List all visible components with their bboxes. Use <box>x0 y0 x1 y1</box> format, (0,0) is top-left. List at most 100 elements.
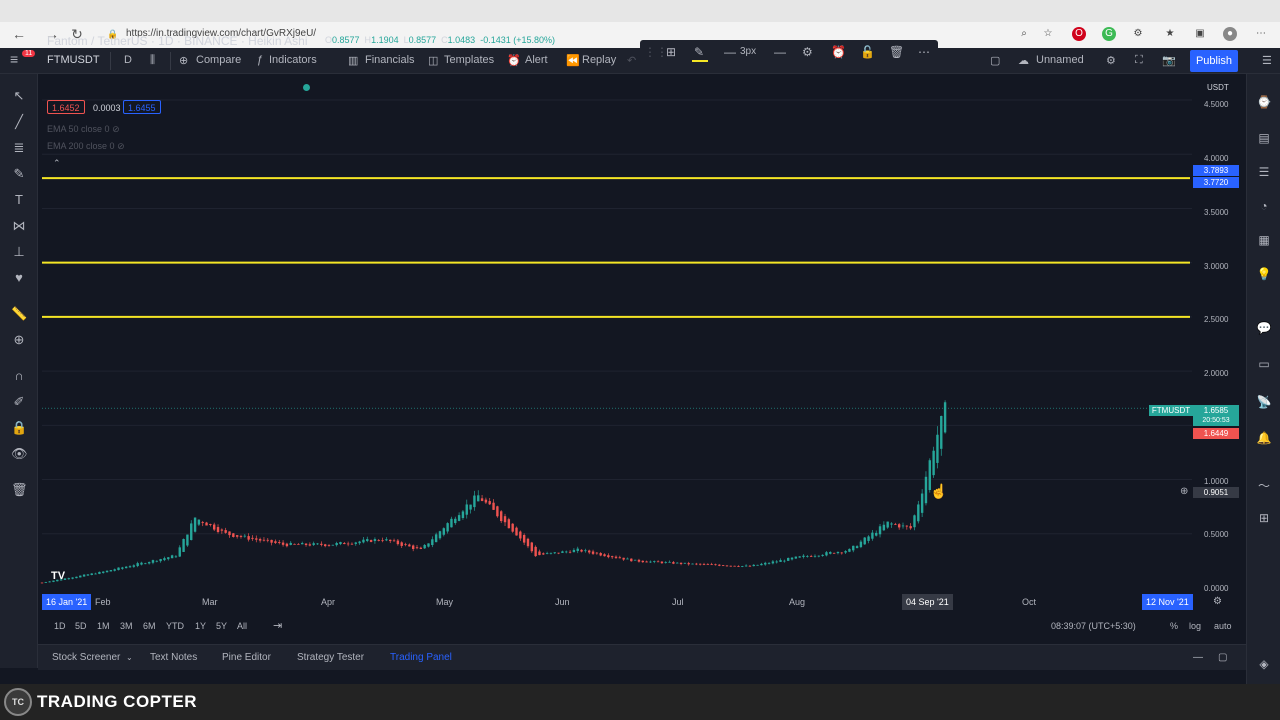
range-ytd[interactable]: YTD <box>166 621 184 631</box>
candle-body <box>729 565 732 567</box>
candle-body <box>576 548 579 552</box>
templates-icon[interactable]: ⊞ <box>666 45 676 59</box>
candle-body <box>871 532 874 539</box>
clock-time[interactable]: 08:39:07 (UTC+5:30) <box>1051 621 1136 631</box>
eye-off-icon[interactable]: ⊘ <box>112 124 120 134</box>
range-1d[interactable]: 1D <box>54 621 66 631</box>
price-chart[interactable] <box>0 0 1280 720</box>
candle-body <box>733 565 736 567</box>
tab-pine-editor[interactable]: Pine Editor <box>222 652 271 663</box>
candle-body <box>312 543 315 545</box>
eye-off-icon[interactable]: ⊘ <box>117 141 125 151</box>
candle-body <box>779 560 782 562</box>
time-tick: May <box>436 597 454 607</box>
candle-body <box>82 574 86 577</box>
bar-countdown: 20:50:53 <box>1193 416 1239 426</box>
candle-body <box>389 539 392 542</box>
candle-body <box>136 563 139 567</box>
currency-label[interactable]: USDT <box>1207 83 1229 92</box>
candle-body <box>251 537 254 539</box>
candle-body <box>381 540 384 542</box>
ema200-legend[interactable]: EMA 200 close 0 ⊘ <box>47 141 125 152</box>
candle-body <box>710 564 713 566</box>
candle-body <box>408 544 411 547</box>
candle-body <box>446 523 449 532</box>
candle-body <box>94 573 97 575</box>
candle-body <box>117 567 120 571</box>
candle-body <box>339 542 342 545</box>
candle-body <box>415 547 419 549</box>
symbol-legend-title[interactable]: Fantom / TetherUS · 1D · BINANCE · Heiki… <box>47 34 308 48</box>
collapse-legend-icon[interactable]: ⌃ <box>53 158 61 169</box>
line-width-value[interactable]: 3px <box>740 46 756 57</box>
candle-body <box>867 536 870 541</box>
range-5d[interactable]: 5D <box>75 621 87 631</box>
candle-body <box>427 543 430 547</box>
sell-price-button[interactable]: 1.6452 <box>47 100 85 114</box>
candle-body <box>744 565 748 567</box>
candle-body <box>515 527 518 536</box>
candle-body <box>213 524 216 530</box>
candle-body <box>821 554 824 556</box>
tab-stock-screener[interactable]: Stock Screener <box>52 652 120 663</box>
candle-body <box>201 522 204 524</box>
range-all[interactable]: All <box>237 621 247 631</box>
auto-toggle[interactable]: auto <box>1214 621 1232 631</box>
range-5y[interactable]: 5Y <box>216 621 227 631</box>
candle-body <box>90 573 93 575</box>
candle-body <box>836 551 840 554</box>
price-tick: 3.0000 <box>1204 262 1229 271</box>
line-color-icon[interactable]: ✎ <box>692 45 708 62</box>
settings-icon[interactable]: ⚙ <box>802 45 813 59</box>
candle-body <box>396 540 400 545</box>
tab-trading-panel[interactable]: Trading Panel <box>390 652 452 663</box>
candle-body <box>239 535 243 537</box>
candle-body <box>155 560 158 562</box>
end-date-tag: 12 Nov '21 <box>1142 594 1193 610</box>
candle-body <box>610 556 614 558</box>
log-toggle[interactable]: log <box>1189 621 1201 631</box>
chevron-down-icon[interactable]: ⌄ <box>126 653 133 662</box>
maximize-panel-icon[interactable]: ▢ <box>1218 652 1227 663</box>
candle-body <box>193 517 197 532</box>
more-icon[interactable]: ⋯ <box>918 45 930 59</box>
lock-icon[interactable]: 🔓 <box>860 45 875 59</box>
range-3m[interactable]: 3M <box>120 621 133 631</box>
buy-price-button[interactable]: 1.6455 <box>123 100 161 114</box>
candle-body <box>442 528 445 535</box>
last-price-tag: 1.6585 <box>1193 405 1239 416</box>
candle-body <box>105 570 109 573</box>
candle-body <box>913 515 916 528</box>
line-price-tag[interactable]: 3.7720 <box>1193 177 1239 188</box>
line-style-icon[interactable]: — <box>774 45 786 59</box>
axis-settings-icon[interactable]: ⚙ <box>1213 596 1222 607</box>
ema50-legend[interactable]: EMA 50 close 0 ⊘ <box>47 124 120 135</box>
candle-body <box>802 555 805 557</box>
candle-body <box>718 564 721 566</box>
line-price-tag[interactable]: 3.7893 <box>1193 165 1239 176</box>
candle-body <box>894 523 897 525</box>
minimize-panel-icon[interactable]: — <box>1193 652 1203 663</box>
line-width-icon[interactable]: — <box>724 45 736 59</box>
percent-toggle[interactable]: % <box>1170 621 1178 631</box>
candle-body <box>301 543 304 545</box>
candle-body <box>565 551 568 553</box>
add-alert-icon[interactable]: ⊕ <box>1180 486 1188 497</box>
candle-body <box>124 566 128 569</box>
range-1y[interactable]: 1Y <box>195 621 206 631</box>
drag-handle-icon[interactable]: ⋮⋮ <box>644 45 668 59</box>
candle-body <box>121 567 124 569</box>
candle-body <box>936 434 939 463</box>
tab-strategy-tester[interactable]: Strategy Tester <box>297 652 364 663</box>
range-1m[interactable]: 1M <box>97 621 110 631</box>
trading-copter-logo: TC <box>4 688 32 716</box>
candle-body <box>274 541 277 543</box>
candle-body <box>741 566 744 567</box>
trash-icon[interactable]: 🗑 <box>889 45 904 59</box>
alert-add-icon[interactable]: ⏰ <box>831 45 846 59</box>
goto-date-icon[interactable]: ⇥ <box>273 619 282 632</box>
candle-body <box>534 546 537 557</box>
range-6m[interactable]: 6M <box>143 621 156 631</box>
tab-text-notes[interactable]: Text Notes <box>150 652 197 663</box>
candle-body <box>369 540 373 542</box>
